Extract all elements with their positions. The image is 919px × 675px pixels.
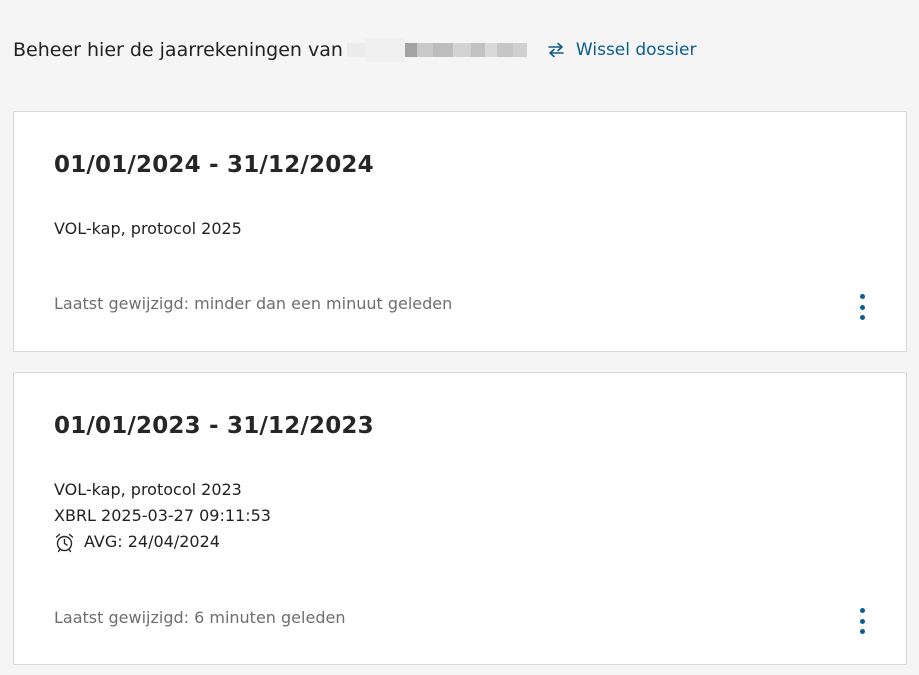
redacted-company-name (346, 38, 527, 62)
card-detail-line: XBRL 2025-03-27 09:11:53 (54, 506, 271, 525)
card-details: VOL-kap, protocol 2025 (54, 216, 242, 242)
more-options-icon[interactable] (856, 294, 868, 320)
card-detail-line: VOL-kap, protocol 2025 (54, 219, 242, 238)
switch-dossier-label: Wissel dossier (575, 40, 697, 60)
swap-arrows-icon (548, 42, 564, 58)
card-detail-line: VOL-kap, protocol 2023 (54, 480, 242, 499)
last-modified-text: Laatst gewijzigd: 6 minuten geleden (54, 608, 346, 627)
avg-date: AVG: 24/04/2024 (84, 532, 220, 551)
more-options-icon[interactable] (856, 608, 868, 634)
financial-statement-card[interactable]: 01/01/2023 - 31/12/2023 VOL-kap, protoco… (13, 372, 907, 665)
switch-dossier-link[interactable]: Wissel dossier (547, 40, 697, 60)
card-period-title: 01/01/2024 - 31/12/2024 (54, 152, 374, 178)
card-details: VOL-kap, protocol 2023 XBRL 2025-03-27 0… (54, 477, 271, 555)
card-period-title: 01/01/2023 - 31/12/2023 (54, 413, 374, 439)
alarm-clock-icon (55, 533, 74, 552)
page-header: Beheer hier de jaarrekeningen van Wissel… (13, 36, 913, 64)
avg-line: AVG: 24/04/2024 (54, 529, 271, 555)
last-modified-text: Laatst gewijzigd: minder dan een minuut … (54, 294, 453, 313)
page-title: Beheer hier de jaarrekeningen van (13, 39, 343, 61)
financial-statement-card[interactable]: 01/01/2024 - 31/12/2024 VOL-kap, protoco… (13, 111, 907, 352)
